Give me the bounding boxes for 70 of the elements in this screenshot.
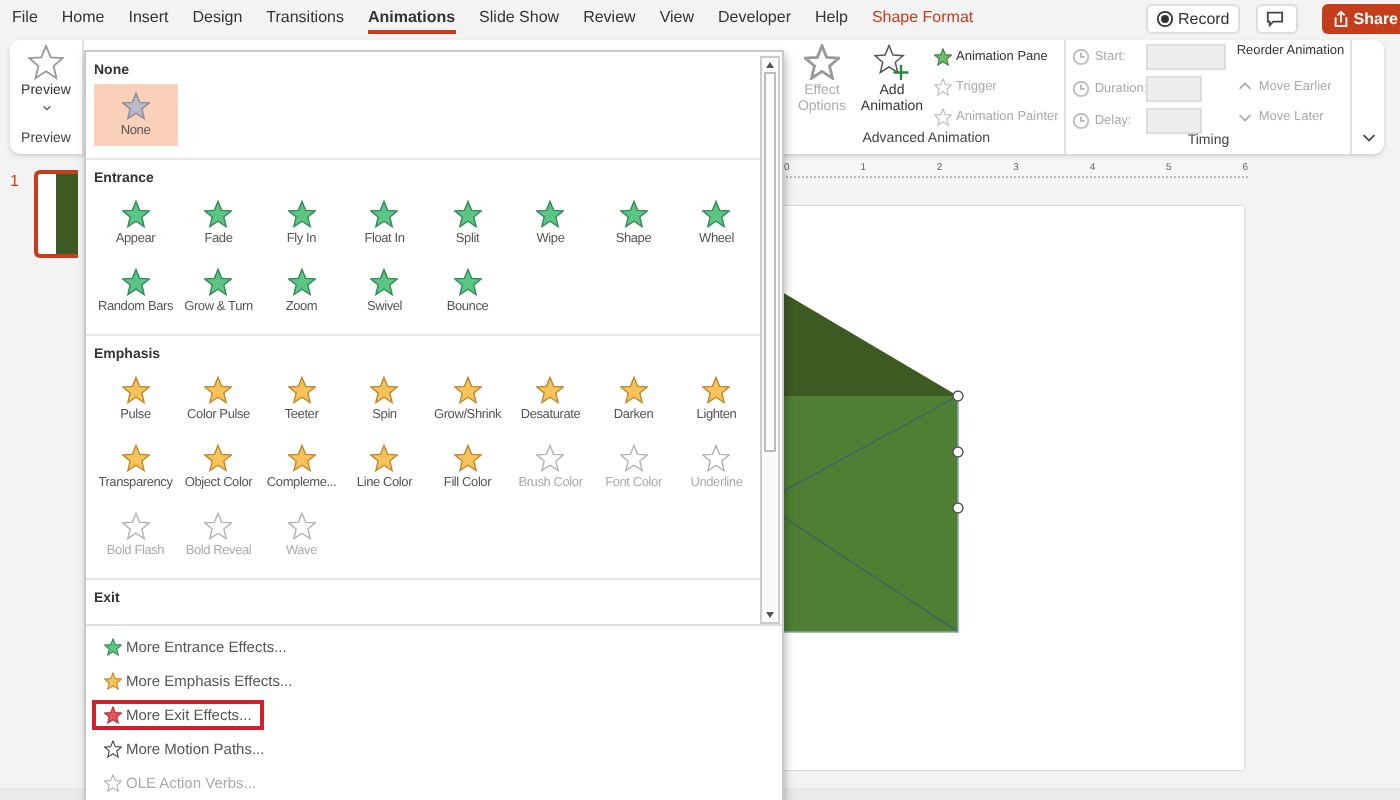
ribbon-tab[interactable]: Home (61, 4, 105, 34)
star-icon (453, 200, 482, 228)
caret-icon (41, 104, 51, 113)
ribbon-tab[interactable]: Review (583, 4, 636, 34)
clock-icon (1072, 80, 1091, 98)
star-icon (370, 268, 399, 296)
star-icon (287, 444, 316, 472)
clock-icon (1072, 48, 1091, 66)
star-icon (287, 512, 316, 540)
record-button[interactable]: Record (1145, 4, 1240, 34)
star-icon (204, 512, 233, 540)
star-icon (702, 200, 731, 228)
ribbon-tab[interactable]: Insert (128, 4, 169, 34)
star-icon (702, 376, 731, 404)
up-caret-icon (1236, 77, 1255, 95)
record-icon (1155, 10, 1174, 28)
star-icon (619, 200, 648, 228)
star-icon (204, 444, 233, 472)
star-icon (121, 376, 150, 404)
ribbon-tab[interactable]: Animations (367, 4, 456, 34)
star-icon (121, 200, 150, 228)
scrollbar[interactable] (760, 56, 780, 624)
clock-icon (1072, 112, 1091, 130)
star-icon (121, 444, 150, 472)
slide-number: 1 (10, 172, 19, 190)
star-icon (287, 268, 316, 296)
star-icon (104, 740, 122, 758)
star-icon (104, 672, 122, 690)
ribbon-tab[interactable]: Shape Format (871, 4, 974, 34)
star-icon (370, 444, 399, 472)
star-icon (204, 200, 233, 228)
star-icon (619, 376, 648, 404)
ribbon-tab[interactable]: Help (814, 4, 848, 34)
star-icon (121, 268, 150, 296)
ribbon-tab[interactable]: View (659, 4, 695, 34)
star-icon (287, 376, 316, 404)
ribbon-tab[interactable]: File (12, 4, 38, 34)
share-icon (1331, 10, 1350, 28)
star-icon (453, 376, 482, 404)
comment-icon (1265, 10, 1284, 28)
star-icon (370, 376, 399, 404)
comment-button[interactable] (1255, 4, 1298, 34)
star-icon (934, 47, 952, 65)
star-icon (934, 77, 952, 95)
ribbon-tab[interactable]: Slide Show (479, 4, 560, 34)
share-button[interactable]: Share (1321, 4, 1400, 34)
star-icon (121, 92, 150, 120)
slide-thumbnail[interactable] (34, 170, 78, 258)
scroll-down-icon[interactable] (764, 610, 776, 620)
ribbon-tab[interactable]: Transitions (266, 4, 344, 34)
ribbon-tab[interactable]: Developer (718, 4, 791, 34)
star-icon (536, 444, 565, 472)
star-icon (204, 268, 233, 296)
star-icon (702, 444, 731, 472)
start-dropdown[interactable] (1146, 44, 1227, 70)
star-icon (536, 200, 565, 228)
star-icon (453, 444, 482, 472)
star-icon (536, 376, 565, 404)
star-icon (287, 200, 316, 228)
ribbon-tab[interactable]: Design (192, 4, 243, 34)
star-icon (104, 774, 122, 792)
star-icon (104, 706, 122, 724)
star-icon (453, 268, 482, 296)
star-icon (619, 444, 648, 472)
star-icon (121, 512, 150, 540)
star-icon (104, 638, 122, 656)
shape-drawing[interactable] (782, 292, 966, 636)
star-icon (370, 200, 399, 228)
star-icon (204, 376, 233, 404)
star-icon (934, 107, 952, 125)
